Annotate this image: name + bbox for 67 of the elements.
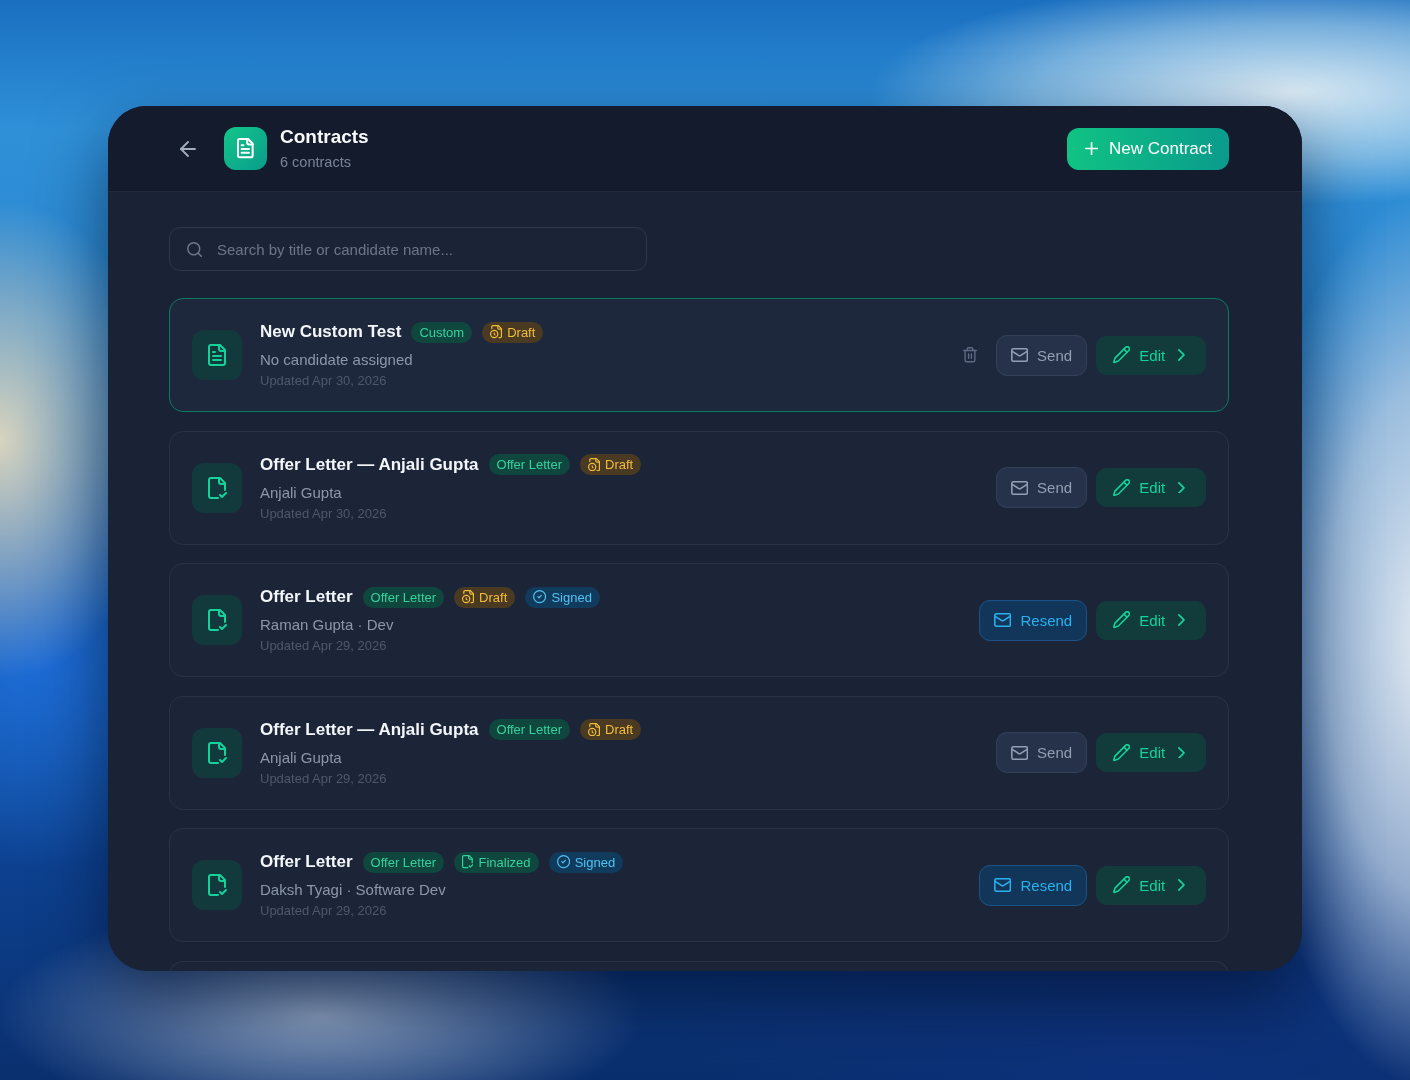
status-label: Finalized [478, 854, 531, 870]
plus-icon [1084, 141, 1098, 156]
document-check-icon [192, 595, 242, 645]
edit-button[interactable]: Edit [1096, 468, 1206, 507]
type-tag: Offer Letter [362, 851, 445, 873]
contract-title: New Custom Test [260, 322, 402, 342]
send-button[interactable]: Send [995, 467, 1088, 508]
check-circle-icon [533, 590, 547, 604]
envelope-icon [994, 613, 1012, 627]
document-icon [224, 127, 267, 170]
chevron-right-icon [1178, 879, 1185, 891]
candidate-name: Anjali Gupta [260, 482, 342, 503]
send-button[interactable]: Send [995, 732, 1088, 773]
pencil-icon [1113, 743, 1131, 762]
document-check-icon [462, 855, 474, 869]
candidate-name: Anjali Gupta [260, 747, 342, 768]
trash-icon[interactable] [962, 347, 977, 363]
search-icon [187, 241, 202, 257]
left-arrow-icon[interactable] [180, 140, 196, 157]
pencil-icon [1113, 611, 1131, 629]
status-label: Draft [605, 457, 634, 472]
type-tag: Offer Letter [488, 454, 571, 475]
status-label: Draft [605, 722, 634, 737]
envelope-icon [1010, 745, 1029, 760]
document-clock-icon [462, 590, 475, 604]
candidate-name: Raman Gupta · Dev [260, 615, 394, 635]
contract-title: Offer Letter [260, 852, 353, 872]
edit-button[interactable]: Edit [1096, 335, 1206, 375]
type-tag: Custom [411, 321, 473, 343]
search-field[interactable]: Search by title or candidate name... [169, 227, 647, 271]
envelope-icon [994, 878, 1012, 892]
pencil-icon [1113, 346, 1131, 364]
candidate-name: No candidate assigned [260, 350, 413, 370]
status-label: Draft [507, 324, 536, 340]
pencil-icon [1113, 876, 1131, 894]
status-label: Signed [551, 589, 592, 605]
chevron-right-icon [1178, 614, 1185, 626]
type-tag: Offer Letter [488, 719, 571, 740]
send-button[interactable]: Send [995, 334, 1088, 376]
pencil-icon [1113, 478, 1131, 497]
document-check-icon [192, 727, 242, 778]
document-clock-icon [588, 722, 601, 737]
resend-button[interactable]: Resend [979, 599, 1088, 641]
resend-button[interactable]: Resend [979, 864, 1088, 906]
envelope-icon [1010, 480, 1029, 495]
type-tag: Offer Letter [362, 586, 445, 608]
envelope-icon [1010, 348, 1029, 362]
chevron-right-icon [1178, 481, 1185, 494]
status-label: Signed [574, 854, 616, 870]
chevron-right-icon [1178, 746, 1185, 759]
contract-count: 6 contracts [280, 153, 351, 171]
chevron-right-icon [1178, 349, 1185, 361]
contract-title: Offer Letter [260, 587, 353, 607]
document-clock-icon [490, 325, 503, 339]
document-icon [192, 330, 242, 380]
status-label: Draft [479, 589, 508, 605]
document-clock-icon [588, 457, 601, 472]
contract-title: Offer Letter — Anjali Gupta [260, 719, 479, 740]
document-check-icon [192, 860, 242, 910]
window-title: Contracts [280, 126, 369, 148]
edit-button[interactable]: Edit [1096, 600, 1206, 640]
check-circle-icon [556, 855, 570, 869]
document-check-icon [192, 462, 242, 513]
edit-button[interactable]: Edit [1096, 733, 1206, 772]
edit-button[interactable]: Edit [1096, 865, 1206, 905]
candidate-name: Daksh Tyagi · Software Dev [260, 880, 446, 900]
contract-title: Offer Letter — Anjali Gupta [260, 454, 479, 475]
